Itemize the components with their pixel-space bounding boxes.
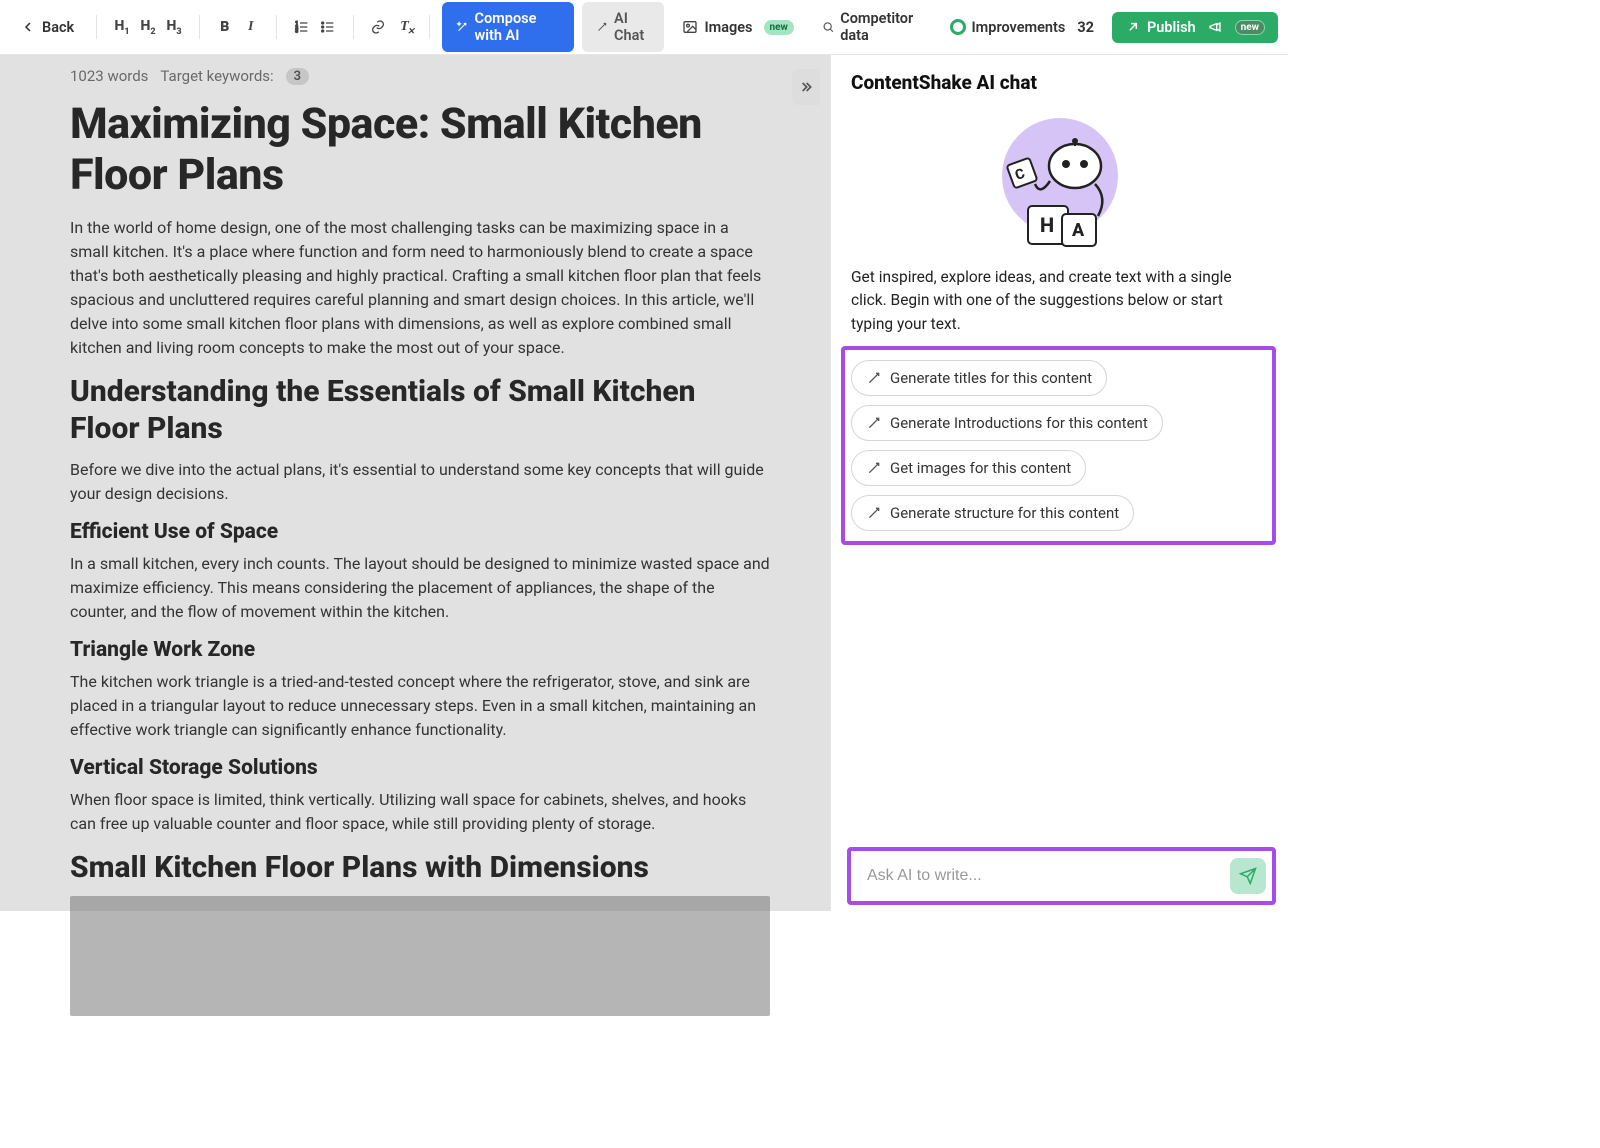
paragraph[interactable]: The kitchen work triangle is a tried-and… — [70, 670, 770, 742]
heading-2[interactable]: Understanding the Essentials of Small Ki… — [70, 374, 770, 447]
images-button[interactable]: Images new — [672, 13, 803, 42]
chat-input-wrap — [857, 857, 1230, 895]
main-area: 1023 words Target keywords: 3 Maximizing… — [0, 55, 1288, 911]
images-label: Images — [704, 19, 752, 36]
chat-input-highlight-box — [847, 847, 1276, 905]
ordered-list-icon: 123 — [294, 19, 310, 35]
new-badge: new — [764, 20, 794, 35]
italic-button[interactable]: I — [238, 13, 264, 41]
wand-icon — [866, 505, 882, 521]
suggestion-generate-structure[interactable]: Generate structure for this content — [851, 495, 1134, 531]
list-group: 123 — [289, 13, 341, 41]
competitor-label: Competitor data — [840, 10, 921, 44]
suggestion-get-images[interactable]: Get images for this content — [851, 450, 1086, 486]
paragraph[interactable]: Before we dive into the actual plans, it… — [70, 458, 770, 506]
link-icon — [370, 19, 386, 35]
back-label: Back — [42, 19, 74, 36]
competitor-button[interactable]: Competitor data — [812, 4, 932, 50]
divider — [96, 15, 97, 39]
wand-icon — [456, 19, 468, 35]
improvements-button[interactable]: Improvements 32 — [940, 13, 1104, 42]
document: 1023 words Target keywords: 3 Maximizing… — [0, 55, 830, 1016]
collapse-panel-button[interactable] — [792, 69, 820, 105]
paragraph[interactable]: When floor space is limited, think verti… — [70, 788, 770, 836]
wand-icon — [866, 415, 882, 431]
robot-illustration: H A C — [831, 102, 1288, 266]
link-button[interactable] — [365, 13, 391, 41]
ai-chat-label: AI Chat — [614, 10, 650, 44]
h3-button[interactable]: H3 — [161, 13, 187, 41]
search-icon — [822, 19, 834, 35]
suggestion-label: Generate titles for this content — [890, 369, 1092, 387]
heading-3[interactable]: Efficient Use of Space — [70, 520, 770, 544]
chat-intro-text: Get inspired, explore ideas, and create … — [831, 266, 1288, 346]
compose-label: Compose with AI — [475, 10, 560, 44]
new-badge: new — [1235, 20, 1265, 35]
paragraph[interactable]: In the world of home design, one of the … — [70, 216, 770, 360]
chat-input[interactable] — [867, 867, 1220, 885]
suggestion-label: Generate Introductions for this content — [890, 414, 1148, 432]
send-button[interactable] — [1230, 858, 1266, 894]
heading-group: H1 H2 H3 — [109, 13, 187, 41]
compose-ai-button[interactable]: Compose with AI — [442, 2, 574, 52]
suggestion-label: Get images for this content — [890, 459, 1071, 477]
link-group: T✕ — [365, 13, 417, 41]
format-group: B I — [212, 13, 264, 41]
arrow-left-icon — [20, 19, 36, 35]
wand-icon — [596, 19, 608, 35]
bullet-list-icon — [320, 19, 336, 35]
ai-chat-panel: ContentShake AI chat H A C Get inspired,… — [830, 55, 1288, 911]
image-icon — [682, 19, 698, 35]
word-count: 1023 words — [70, 67, 148, 85]
document-title[interactable]: Maximizing Space: Small Kitchen Floor Pl… — [70, 99, 770, 200]
bold-button[interactable]: B — [212, 13, 238, 41]
ordered-list-button[interactable]: 123 — [289, 13, 315, 41]
suggestion-generate-intros[interactable]: Generate Introductions for this content — [851, 405, 1163, 441]
publish-label: Publish — [1147, 19, 1196, 36]
image-placeholder[interactable] — [70, 896, 770, 1016]
suggestion-generate-titles[interactable]: Generate titles for this content — [851, 360, 1107, 396]
megaphone-icon — [1208, 19, 1224, 35]
keywords-count-badge[interactable]: 3 — [286, 68, 309, 85]
improvements-label: Improvements — [972, 19, 1066, 36]
h1-button[interactable]: H1 — [109, 13, 135, 41]
h2-button[interactable]: H2 — [135, 13, 161, 41]
back-button[interactable]: Back — [10, 13, 84, 42]
clear-format-button[interactable]: T✕ — [391, 13, 417, 41]
divider — [276, 15, 277, 39]
svg-text:3: 3 — [295, 28, 298, 34]
heading-2[interactable]: Small Kitchen Floor Plans with Dimension… — [70, 850, 770, 887]
chat-title: ContentShake AI chat — [831, 55, 1288, 102]
wand-icon — [866, 460, 882, 476]
suggestions-highlight-box: Generate titles for this content Generat… — [841, 346, 1276, 545]
chevron-right-double-icon — [798, 79, 814, 95]
share-icon — [1125, 19, 1141, 35]
bullet-list-button[interactable] — [315, 13, 341, 41]
svg-text:H: H — [1040, 213, 1054, 237]
wand-icon — [866, 370, 882, 386]
publish-button[interactable]: Publish new — [1112, 12, 1278, 43]
suggestion-label: Generate structure for this content — [890, 504, 1119, 522]
send-icon — [1239, 867, 1257, 885]
heading-3[interactable]: Triangle Work Zone — [70, 638, 770, 662]
robot-icon: H A C — [980, 106, 1140, 256]
improvements-count: 32 — [1077, 19, 1094, 36]
ai-chat-button[interactable]: AI Chat — [582, 2, 665, 52]
meta-row: 1023 words Target keywords: 3 — [70, 67, 770, 85]
divider — [353, 15, 354, 39]
paragraph[interactable]: In a small kitchen, every inch counts. T… — [70, 552, 770, 624]
divider — [199, 15, 200, 39]
keywords-label: Target keywords: — [160, 67, 273, 85]
svg-text:A: A — [1072, 220, 1085, 241]
ring-icon — [950, 19, 966, 35]
heading-3[interactable]: Vertical Storage Solutions — [70, 756, 770, 780]
editor-column: 1023 words Target keywords: 3 Maximizing… — [0, 55, 830, 911]
toolbar: Back H1 H2 H3 B I 123 T✕ Compose with AI… — [0, 0, 1288, 55]
divider — [429, 15, 430, 39]
